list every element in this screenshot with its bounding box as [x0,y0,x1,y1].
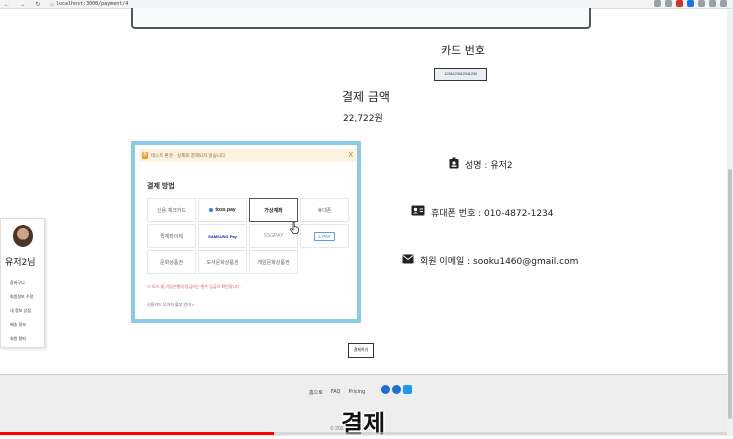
user-menu: 장바구니 회원정보 수정 내 정보 상점 배송 정보 회원 탈퇴 [10,276,33,346]
card-number-label: 카드 번호 [441,44,485,57]
payment-method-modal: B 테스트 환경 - 실제로 결제되지 않습니다. X 결제 방법 신용·체크카… [131,141,361,323]
method-culture-gift-card[interactable]: 문화상품권 [147,250,196,274]
user-profile-card: 유저2님 장바구니 회원정보 수정 내 정보 상점 배송 정보 회원 탈퇴 [0,218,45,348]
method-toss-pay[interactable]: toss pay [198,198,247,222]
customer-phone-row: 휴대폰 번호 : 010-4872-1234 [411,205,554,219]
method-book-gift-card[interactable]: 도서문화상품권 [198,250,247,274]
footer-link-home[interactable]: 홈으로 [309,389,323,396]
avatar [13,225,33,247]
video-progress-played [0,432,274,435]
card-preview-box [131,8,591,29]
payment-amount-value: 22,722원 [343,114,383,124]
menu-item-shipping[interactable]: 배송 정보 [10,318,33,332]
extension-icon[interactable] [687,0,694,7]
customer-email-text: 회원 이메일 : sooku1460@gmail.com [420,257,579,267]
menu-item-withdraw[interactable]: 회원 탈퇴 [10,332,33,346]
menu-icon[interactable] [720,0,727,7]
extension-icon[interactable] [709,0,716,7]
payment-method-grid: 신용·체크카드 toss pay 가상계좌 휴대폰 퀵계좌이체 SAMSUNG … [147,198,349,274]
customer-name-row: 성명 : 유저2 [449,157,513,172]
facebook-icon[interactable] [392,385,401,394]
user-name: 유저2님 [5,258,36,268]
extension-icon[interactable] [665,0,672,7]
twitter-icon[interactable] [403,385,412,394]
notice-badge: B [142,152,148,159]
method-mobile-phone[interactable]: 휴대폰 [300,198,349,222]
pay-button[interactable]: 결제하기 [348,343,374,358]
video-progress-bar[interactable] [0,432,727,435]
extension-icon[interactable] [698,0,705,7]
menu-item-edit-profile[interactable]: 회원정보 수정 [10,290,33,304]
extension-icon[interactable] [654,0,661,7]
footer-link-faq[interactable]: FAQ [331,389,341,396]
card-number-field[interactable]: 1234123412341234 [434,68,487,81]
method-l-pay[interactable]: L.PAY [300,224,349,248]
l-pay-logo: L.PAY [314,231,335,241]
method-game-gift-card[interactable]: 게임문화상품권 [249,250,298,274]
browser-nav-buttons[interactable]: ← → ↻ ⌂ [4,1,58,8]
payment-method-title: 결제 방법 [147,183,175,190]
id-badge-icon [449,157,459,172]
method-samsung-pay[interactable]: SAMSUNG Pay [198,224,247,248]
extension-icon[interactable] [676,0,683,7]
contact-card-icon [411,205,425,219]
menu-item-cart[interactable]: 장바구니 [10,276,33,290]
scrollbar-thumb[interactable] [728,169,732,419]
instagram-icon[interactable] [381,385,390,394]
customer-name-text: 성명 : 유저2 [465,161,513,171]
payment-warning: ※ 토스 및 기업은행의 입금하는 향수 입금이 확인됩니다. [147,284,241,289]
notice-text: 테스트 환경 - 실제로 결제되지 않습니다. [151,153,227,158]
installment-info-link[interactable]: 신용카드 무이자 할부 안내 > [147,302,194,308]
footer-link-pricing[interactable]: Pricing [349,389,366,396]
method-credit-card[interactable]: 신용·체크카드 [147,198,196,222]
address-bar[interactable]: localhost:3000/payment/4 [56,1,128,7]
customer-email-row: 회원 이메일 : sooku1460@gmail.com [402,254,578,267]
close-icon[interactable]: X [348,149,353,162]
method-empty-slot [300,250,349,274]
menu-item-my-shop[interactable]: 내 정보 상점 [10,304,33,318]
extension-icons [654,0,727,7]
customer-phone-text: 휴대폰 번호 : 010-4872-1234 [431,208,554,219]
page-scrollbar[interactable] [727,9,733,436]
envelope-icon [402,254,414,267]
social-links [381,385,412,394]
method-virtual-account[interactable]: 가상계좌 [249,198,298,222]
method-quick-transfer[interactable]: 퀵계좌이체 [147,224,196,248]
test-environment-notice: B 테스트 환경 - 실제로 결제되지 않습니다. X [139,149,357,162]
footer-links: 홈으로 FAQ Pricing [309,389,365,396]
payment-amount-label: 결제 금액 [342,90,390,104]
